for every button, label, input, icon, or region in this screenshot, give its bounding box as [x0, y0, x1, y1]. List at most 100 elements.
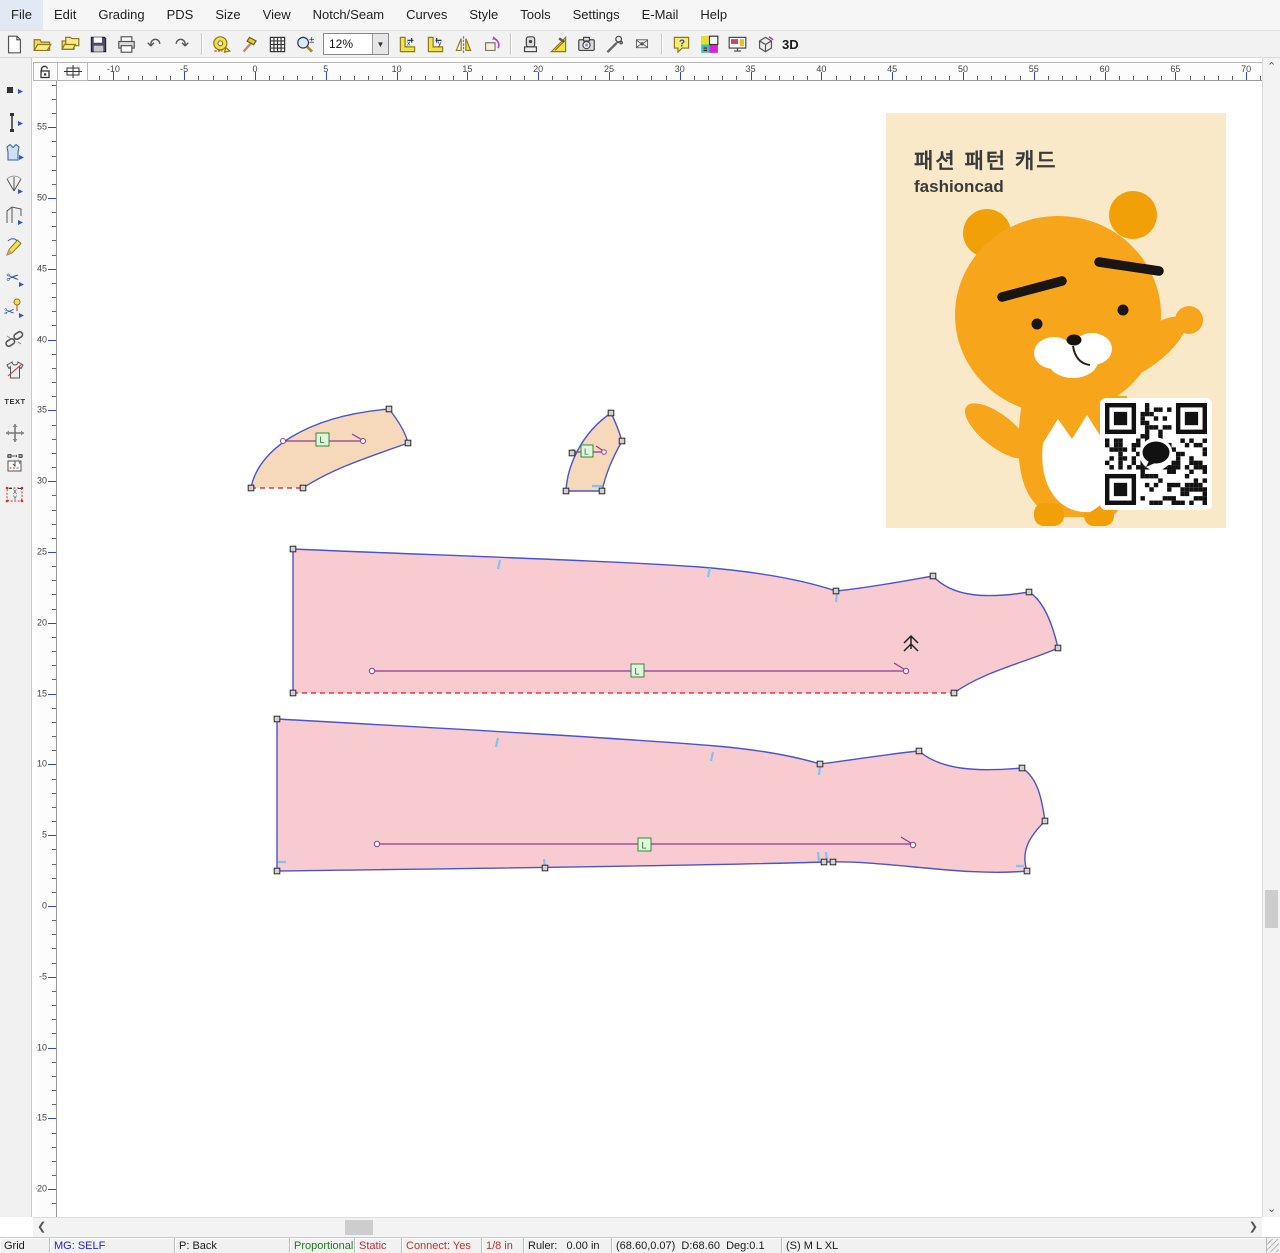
- menu-item-style[interactable]: Style: [458, 0, 509, 30]
- selection-handle[interactable]: [1024, 868, 1030, 874]
- menu-item-size[interactable]: Size: [204, 0, 251, 30]
- selection-handle[interactable]: [951, 690, 957, 696]
- selection-handle[interactable]: [569, 450, 575, 456]
- menu-item-edit[interactable]: Edit: [43, 0, 87, 30]
- selection-handle[interactable]: [248, 485, 254, 491]
- 3d-view-button[interactable]: 3D: [782, 37, 799, 52]
- menu-item-settings[interactable]: Settings: [562, 0, 631, 30]
- tool-dart[interactable]: [0, 169, 30, 200]
- pattern-piece-sleeve-lower[interactable]: L: [277, 719, 1045, 872]
- tool-measure[interactable]: [0, 448, 30, 479]
- menu-item-curves[interactable]: Curves: [395, 0, 458, 30]
- vertical-scrollbar-thumb[interactable]: [1265, 890, 1278, 928]
- undo-button[interactable]: ↶: [140, 32, 168, 56]
- menu-item-file[interactable]: File: [0, 0, 43, 30]
- menu-item-help[interactable]: Help: [689, 0, 738, 30]
- mirror-button[interactable]: [449, 32, 477, 56]
- print-button[interactable]: [112, 32, 140, 56]
- tool-move[interactable]: [0, 417, 30, 448]
- selection-handle[interactable]: [1019, 765, 1025, 771]
- scroll-left-arrow[interactable]: ❮: [37, 1222, 46, 1233]
- selection-handle[interactable]: [274, 716, 280, 722]
- tool-garment[interactable]: [0, 355, 30, 386]
- selection-handle[interactable]: [1055, 645, 1061, 651]
- zoom-level-combobox[interactable]: 12% ▼: [323, 33, 389, 55]
- tool-pattern-piece[interactable]: [0, 138, 30, 169]
- set-square-button[interactable]: [544, 32, 572, 56]
- selection-handle[interactable]: [1042, 818, 1048, 824]
- horizontal-scrollbar[interactable]: ❮ ❯: [33, 1217, 1262, 1238]
- move-y-ruler-button[interactable]: y: [421, 32, 449, 56]
- pattern-windows-button[interactable]: [695, 32, 723, 56]
- email-button[interactable]: ✉: [628, 32, 656, 56]
- pattern-piece-sleeve-upper[interactable]: L: [293, 549, 1058, 693]
- scroll-right-arrow[interactable]: ❯: [1249, 1222, 1258, 1233]
- rotate-piece-button[interactable]: [477, 32, 505, 56]
- help-button[interactable]: ?: [667, 32, 695, 56]
- tool-corner[interactable]: [0, 200, 30, 231]
- selection-handle[interactable]: [817, 761, 823, 767]
- menu-item-grading[interactable]: Grading: [87, 0, 155, 30]
- tool-dimension-xy[interactable]: XY: [0, 479, 30, 510]
- tool-line[interactable]: [0, 107, 30, 138]
- selection-handle[interactable]: [599, 488, 605, 494]
- ruler-origin-button[interactable]: [58, 62, 88, 81]
- selection-handle[interactable]: [542, 865, 548, 871]
- ruler-tick: [52, 934, 56, 935]
- selection-handle[interactable]: [833, 588, 839, 594]
- ruler-lock-toggle[interactable]: [33, 62, 58, 81]
- selection-handle[interactable]: [608, 410, 614, 416]
- pattern-piece-collar-left[interactable]: L: [251, 409, 408, 488]
- open-pattern-button[interactable]: [56, 32, 84, 56]
- monitor-pattern-button[interactable]: [723, 32, 751, 56]
- horizontal-ruler[interactable]: -10-50510152025303540455055606570: [88, 62, 1262, 81]
- made-to-measure-button[interactable]: [751, 32, 779, 56]
- selection-handle[interactable]: [1026, 589, 1032, 595]
- selection-handle[interactable]: [821, 859, 827, 865]
- tool-cut-piece[interactable]: ✂: [0, 293, 30, 324]
- selection-handle[interactable]: [830, 859, 836, 865]
- selection-handle[interactable]: [290, 690, 296, 696]
- tool-scissors[interactable]: ✂: [0, 262, 30, 293]
- ruler-tick: [52, 580, 56, 581]
- selection-handle[interactable]: [930, 573, 936, 579]
- menu-item-view[interactable]: View: [252, 0, 302, 30]
- selection-handle[interactable]: [300, 485, 306, 491]
- move-x-ruler-button[interactable]: x: [393, 32, 421, 56]
- combobox-dropdown-button[interactable]: ▼: [372, 34, 388, 54]
- save-button[interactable]: [84, 32, 112, 56]
- menu-item-tools[interactable]: Tools: [509, 0, 561, 30]
- stamp-button[interactable]: [516, 32, 544, 56]
- new-document-button[interactable]: [0, 32, 28, 56]
- tool-connect[interactable]: [0, 324, 30, 355]
- zoom-button[interactable]: ±: [291, 32, 319, 56]
- selection-handle[interactable]: [405, 440, 411, 446]
- drawing-canvas[interactable]: L L L: [58, 81, 1262, 1217]
- menu-item-pds[interactable]: PDS: [156, 0, 205, 30]
- plotter-pen-button[interactable]: [600, 32, 628, 56]
- menu-item-notch-seam[interactable]: Notch/Seam: [302, 0, 396, 30]
- tools-hammer-button[interactable]: [235, 32, 263, 56]
- tool-text[interactable]: TEXT: [0, 386, 30, 417]
- scroll-down-arrow[interactable]: ⌄: [1267, 1204, 1276, 1215]
- measure-tape-button[interactable]: [207, 32, 235, 56]
- open-file-button[interactable]: [28, 32, 56, 56]
- resize-grip[interactable]: [1266, 1239, 1279, 1252]
- vertical-ruler[interactable]: 5550454035302520151050-5-10-15-20: [36, 81, 57, 1217]
- selection-handle[interactable]: [386, 406, 392, 412]
- redo-button[interactable]: ↷: [168, 32, 196, 56]
- selection-handle[interactable]: [290, 546, 296, 552]
- tool-pencil[interactable]: [0, 231, 30, 262]
- vertical-scrollbar[interactable]: ⌃ ⌄: [1262, 58, 1280, 1217]
- horizontal-scrollbar-thumb[interactable]: [345, 1220, 373, 1235]
- menu-item-e-mail[interactable]: E-Mail: [631, 0, 690, 30]
- selection-handle[interactable]: [563, 488, 569, 494]
- tool-select[interactable]: [0, 76, 30, 107]
- grid-table-button[interactable]: [263, 32, 291, 56]
- camera-button[interactable]: [572, 32, 600, 56]
- selection-handle[interactable]: [916, 748, 922, 754]
- toolbar-separator: [510, 33, 511, 55]
- selection-handle[interactable]: [274, 868, 280, 874]
- scroll-up-arrow[interactable]: ⌃: [1267, 62, 1276, 73]
- selection-handle[interactable]: [619, 438, 625, 444]
